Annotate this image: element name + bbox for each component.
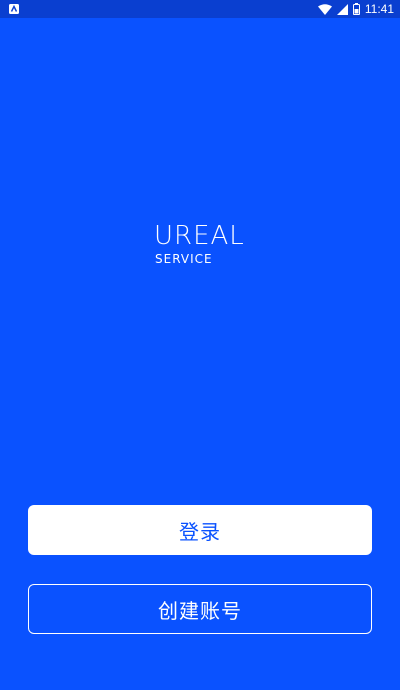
create-account-button[interactable]: 创建账号 [28,584,372,634]
logo-wordmark: UREAL [154,221,245,251]
login-button[interactable]: 登录 [28,505,372,555]
status-icons: 11:41 [317,0,394,18]
signal-icon [336,3,348,15]
splash-screen: 11:41 UREAL SERVICE 登录 创建账号 [0,0,400,690]
status-bar: 11:41 [0,0,400,18]
notification-icon [8,3,20,15]
battery-icon [352,3,360,15]
app-logo: UREAL SERVICE [154,221,250,269]
logo-subtitle: SERVICE [155,252,213,266]
status-time: 11:41 [364,2,394,16]
wifi-icon [317,3,332,15]
